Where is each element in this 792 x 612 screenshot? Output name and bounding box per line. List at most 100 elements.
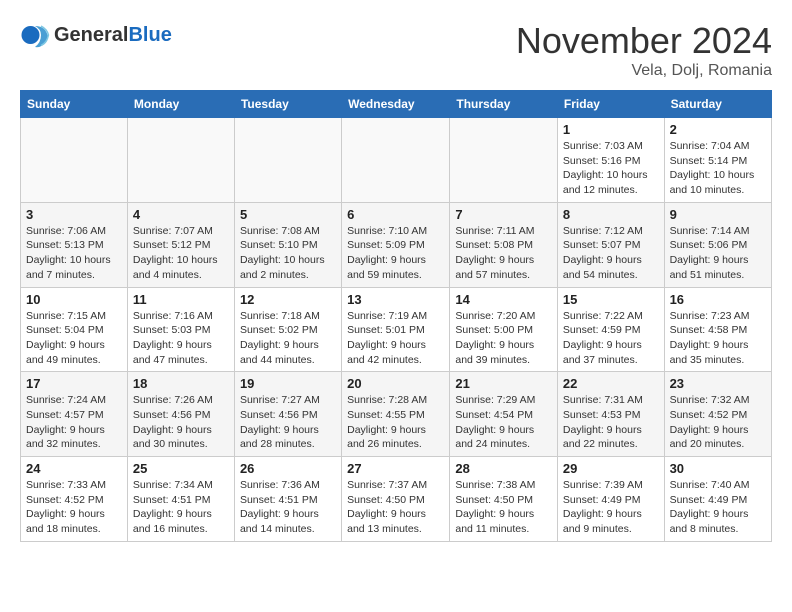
day-info: Sunrise: 7:28 AM Sunset: 4:55 PM Dayligh… <box>347 393 444 452</box>
week-row-4: 17 Sunrise: 7:24 AM Sunset: 4:57 PM Dayli… <box>21 372 772 457</box>
day-info: Sunrise: 7:16 AM Sunset: 5:03 PM Dayligh… <box>133 309 229 368</box>
day-info: Sunrise: 7:36 AM Sunset: 4:51 PM Dayligh… <box>240 478 336 537</box>
day-cell <box>127 118 234 203</box>
day-cell: 21 Sunrise: 7:29 AM Sunset: 4:54 PM Dayli… <box>450 372 558 457</box>
day-cell: 8 Sunrise: 7:12 AM Sunset: 5:07 PM Daylig… <box>557 202 664 287</box>
day-cell: 1 Sunrise: 7:03 AM Sunset: 5:16 PM Daylig… <box>557 118 664 203</box>
day-cell: 4 Sunrise: 7:07 AM Sunset: 5:12 PM Daylig… <box>127 202 234 287</box>
day-cell: 10Sunrise: 7:15 AM Sunset: 5:04 PM Dayli… <box>21 287 128 372</box>
day-info: Sunrise: 7:39 AM Sunset: 4:49 PM Dayligh… <box>563 478 659 537</box>
day-number: 18 <box>133 376 229 391</box>
weekday-header-row: SundayMondayTuesdayWednesdayThursdayFrid… <box>21 91 772 118</box>
day-info: Sunrise: 7:20 AM Sunset: 5:00 PM Dayligh… <box>455 309 552 368</box>
day-info: Sunrise: 7:31 AM Sunset: 4:53 PM Dayligh… <box>563 393 659 452</box>
day-info: Sunrise: 7:38 AM Sunset: 4:50 PM Dayligh… <box>455 478 552 537</box>
weekday-header-saturday: Saturday <box>664 91 771 118</box>
day-number: 11 <box>133 292 229 307</box>
day-number: 13 <box>347 292 444 307</box>
weekday-header-sunday: Sunday <box>21 91 128 118</box>
title-block: November 2024 Vela, Dolj, Romania <box>516 20 772 80</box>
day-cell: 18Sunrise: 7:26 AM Sunset: 4:56 PM Dayli… <box>127 372 234 457</box>
day-cell: 6 Sunrise: 7:10 AM Sunset: 5:09 PM Daylig… <box>342 202 450 287</box>
day-info: Sunrise: 7:18 AM Sunset: 5:02 PM Dayligh… <box>240 309 336 368</box>
day-cell: 11 Sunrise: 7:16 AM Sunset: 5:03 PM Dayli… <box>127 287 234 372</box>
day-cell: 30 Sunrise: 7:40 AM Sunset: 4:49 PM Dayli… <box>664 457 771 542</box>
week-row-3: 10Sunrise: 7:15 AM Sunset: 5:04 PM Dayli… <box>21 287 772 372</box>
day-info: Sunrise: 7:12 AM Sunset: 5:07 PM Dayligh… <box>563 224 659 283</box>
day-info: Sunrise: 7:03 AM Sunset: 5:16 PM Dayligh… <box>563 139 659 198</box>
day-cell <box>342 118 450 203</box>
day-cell <box>450 118 558 203</box>
day-cell: 29 Sunrise: 7:39 AM Sunset: 4:49 PM Dayli… <box>557 457 664 542</box>
day-info: Sunrise: 7:10 AM Sunset: 5:09 PM Dayligh… <box>347 224 444 283</box>
day-number: 16 <box>670 292 766 307</box>
page-header: GeneralBlue November 2024 Vela, Dolj, Ro… <box>20 20 772 80</box>
month-title: November 2024 <box>516 20 772 62</box>
day-cell: 15 Sunrise: 7:22 AM Sunset: 4:59 PM Dayli… <box>557 287 664 372</box>
day-info: Sunrise: 7:33 AM Sunset: 4:52 PM Dayligh… <box>26 478 122 537</box>
day-info: Sunrise: 7:27 AM Sunset: 4:56 PM Dayligh… <box>240 393 336 452</box>
day-number: 29 <box>563 461 659 476</box>
day-cell: 24 Sunrise: 7:33 AM Sunset: 4:52 PM Dayli… <box>21 457 128 542</box>
day-number: 23 <box>670 376 766 391</box>
day-info: Sunrise: 7:24 AM Sunset: 4:57 PM Dayligh… <box>26 393 122 452</box>
day-info: Sunrise: 7:37 AM Sunset: 4:50 PM Dayligh… <box>347 478 444 537</box>
logo: GeneralBlue <box>20 20 172 50</box>
week-row-5: 24 Sunrise: 7:33 AM Sunset: 4:52 PM Dayli… <box>21 457 772 542</box>
day-number: 5 <box>240 207 336 222</box>
day-cell: 12 Sunrise: 7:18 AM Sunset: 5:02 PM Dayli… <box>234 287 341 372</box>
day-info: Sunrise: 7:23 AM Sunset: 4:58 PM Dayligh… <box>670 309 766 368</box>
day-number: 26 <box>240 461 336 476</box>
day-cell <box>234 118 341 203</box>
day-number: 24 <box>26 461 122 476</box>
location: Vela, Dolj, Romania <box>516 62 772 80</box>
day-number: 9 <box>670 207 766 222</box>
day-number: 8 <box>563 207 659 222</box>
day-cell: 3 Sunrise: 7:06 AM Sunset: 5:13 PM Daylig… <box>21 202 128 287</box>
day-number: 22 <box>563 376 659 391</box>
day-cell: 19Sunrise: 7:27 AM Sunset: 4:56 PM Dayli… <box>234 372 341 457</box>
calendar-table: SundayMondayTuesdayWednesdayThursdayFrid… <box>20 90 772 542</box>
day-info: Sunrise: 7:29 AM Sunset: 4:54 PM Dayligh… <box>455 393 552 452</box>
day-cell: 20 Sunrise: 7:28 AM Sunset: 4:55 PM Dayli… <box>342 372 450 457</box>
day-cell: 25 Sunrise: 7:34 AM Sunset: 4:51 PM Dayli… <box>127 457 234 542</box>
day-number: 20 <box>347 376 444 391</box>
day-number: 25 <box>133 461 229 476</box>
day-number: 6 <box>347 207 444 222</box>
day-info: Sunrise: 7:22 AM Sunset: 4:59 PM Dayligh… <box>563 309 659 368</box>
day-number: 4 <box>133 207 229 222</box>
day-cell: 5 Sunrise: 7:08 AM Sunset: 5:10 PM Daylig… <box>234 202 341 287</box>
day-cell: 17 Sunrise: 7:24 AM Sunset: 4:57 PM Dayli… <box>21 372 128 457</box>
week-row-1: 1 Sunrise: 7:03 AM Sunset: 5:16 PM Daylig… <box>21 118 772 203</box>
day-info: Sunrise: 7:06 AM Sunset: 5:13 PM Dayligh… <box>26 224 122 283</box>
logo-text: GeneralBlue <box>54 24 172 46</box>
day-number: 17 <box>26 376 122 391</box>
day-number: 21 <box>455 376 552 391</box>
day-cell: 22 Sunrise: 7:31 AM Sunset: 4:53 PM Dayli… <box>557 372 664 457</box>
day-number: 15 <box>563 292 659 307</box>
weekday-header-monday: Monday <box>127 91 234 118</box>
day-info: Sunrise: 7:19 AM Sunset: 5:01 PM Dayligh… <box>347 309 444 368</box>
day-cell: 23 Sunrise: 7:32 AM Sunset: 4:52 PM Dayli… <box>664 372 771 457</box>
day-number: 14 <box>455 292 552 307</box>
day-cell: 26 Sunrise: 7:36 AM Sunset: 4:51 PM Dayli… <box>234 457 341 542</box>
day-info: Sunrise: 7:08 AM Sunset: 5:10 PM Dayligh… <box>240 224 336 283</box>
day-number: 1 <box>563 122 659 137</box>
day-number: 28 <box>455 461 552 476</box>
day-info: Sunrise: 7:32 AM Sunset: 4:52 PM Dayligh… <box>670 393 766 452</box>
day-cell: 27 Sunrise: 7:37 AM Sunset: 4:50 PM Dayli… <box>342 457 450 542</box>
day-number: 12 <box>240 292 336 307</box>
day-number: 30 <box>670 461 766 476</box>
weekday-header-tuesday: Tuesday <box>234 91 341 118</box>
day-info: Sunrise: 7:40 AM Sunset: 4:49 PM Dayligh… <box>670 478 766 537</box>
day-number: 7 <box>455 207 552 222</box>
day-number: 3 <box>26 207 122 222</box>
day-number: 2 <box>670 122 766 137</box>
week-row-2: 3 Sunrise: 7:06 AM Sunset: 5:13 PM Daylig… <box>21 202 772 287</box>
logo-icon <box>20 20 50 50</box>
day-number: 27 <box>347 461 444 476</box>
day-info: Sunrise: 7:14 AM Sunset: 5:06 PM Dayligh… <box>670 224 766 283</box>
day-info: Sunrise: 7:07 AM Sunset: 5:12 PM Dayligh… <box>133 224 229 283</box>
day-info: Sunrise: 7:34 AM Sunset: 4:51 PM Dayligh… <box>133 478 229 537</box>
day-info: Sunrise: 7:04 AM Sunset: 5:14 PM Dayligh… <box>670 139 766 198</box>
